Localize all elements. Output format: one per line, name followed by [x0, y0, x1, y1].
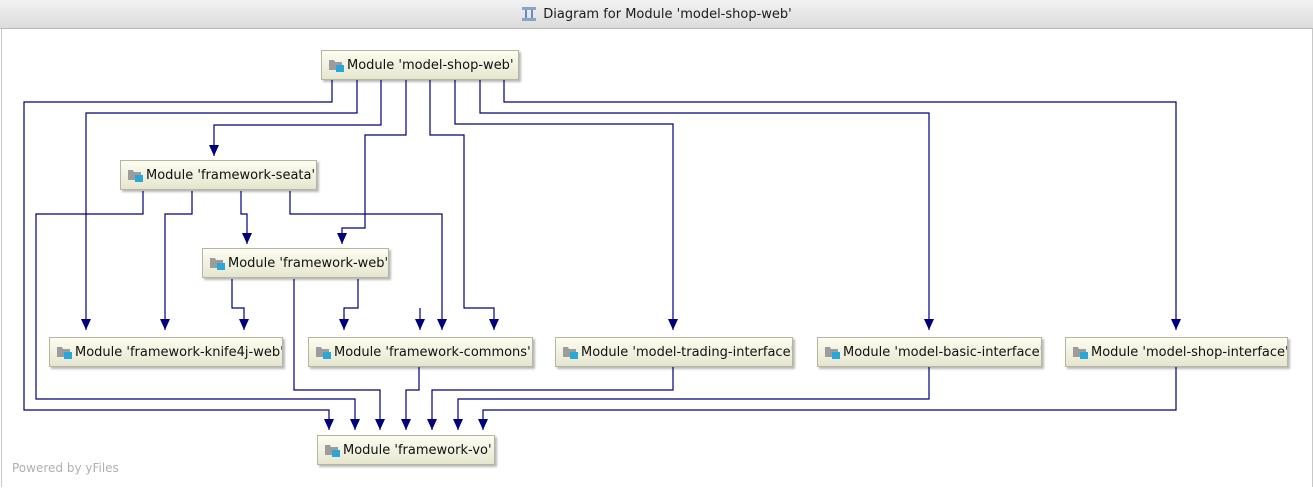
node-model-basic-interface[interactable]: Module 'model-basic-interface' [817, 337, 1042, 367]
edge-model-shop-web-framework-seata [209, 80, 382, 156]
module-icon [315, 344, 332, 360]
node-label: Module 'framework-vo' [343, 442, 492, 458]
module-icon [824, 344, 841, 360]
diagram-title-bar: Diagram for Module 'model-shop-web' [0, 0, 1313, 29]
node-model-shop-web[interactable]: Module 'model-shop-web' [321, 50, 519, 80]
dependency-edges [23, 80, 1181, 430]
edge-model-shop-web-model-shop-interface [503, 80, 1181, 330]
module-icon [1072, 344, 1089, 360]
edge-model-shop-web-framework-commons [429, 80, 499, 330]
window-title: Diagram for Module 'model-shop-web' [543, 6, 792, 22]
node-framework-web[interactable]: Module 'framework-web' [202, 248, 389, 278]
module-icon [562, 344, 579, 360]
diagram-canvas[interactable]: Module 'model-shop-web' Module 'framewor… [1, 29, 1313, 487]
edge-model-shop-web-framework-knife4j-web [81, 80, 358, 330]
module-icon [328, 57, 345, 73]
node-framework-seata[interactable]: Module 'framework-seata' [120, 160, 317, 190]
node-label: Module 'framework-commons' [334, 344, 531, 360]
node-model-trading-interface[interactable]: Module 'model-trading-interface' [555, 337, 793, 367]
module-icon [209, 255, 226, 271]
node-label: Module 'framework-web' [228, 255, 389, 271]
node-framework-vo[interactable]: Module 'framework-vo' [317, 435, 495, 465]
edge-framework-seata-framework-knife4j-web [160, 191, 193, 330]
edge-framework-web-framework-knife4j-web [231, 279, 249, 330]
module-icon [127, 167, 144, 183]
edge-model-shop-web-model-basic-interface [479, 80, 934, 330]
edge-framework-seata-framework-web [240, 191, 252, 244]
edge-model-shop-web-framework-web [337, 80, 407, 244]
node-label: Module 'model-basic-interface' [843, 344, 1042, 360]
node-label: Module 'model-trading-interface' [581, 344, 793, 360]
node-label: Module 'model-shop-interface' [1091, 344, 1288, 360]
node-label: Module 'framework-seata' [146, 167, 316, 183]
module-icon [56, 344, 73, 360]
edge-model-shop-web-model-trading-interface [454, 80, 678, 330]
diagram-icon [521, 6, 537, 22]
edge-framework-commons-framework-vo-down [401, 367, 420, 430]
edge-model-basic-interface-framework-vo [453, 367, 930, 430]
module-icon [324, 442, 341, 458]
node-model-shop-interface[interactable]: Module 'model-shop-interface' [1065, 337, 1288, 367]
edge-framework-web-framework-commons [339, 279, 359, 330]
powered-by-footer: Powered by yFiles [12, 461, 119, 475]
node-framework-commons[interactable]: Module 'framework-commons' [308, 337, 533, 367]
edge-framework-seata-framework-vo [35, 191, 360, 430]
node-label: Module 'framework-knife4j-web' [75, 344, 283, 360]
node-label: Module 'model-shop-web' [347, 57, 514, 73]
node-framework-knife4j-web[interactable]: Module 'framework-knife4j-web' [49, 337, 283, 367]
